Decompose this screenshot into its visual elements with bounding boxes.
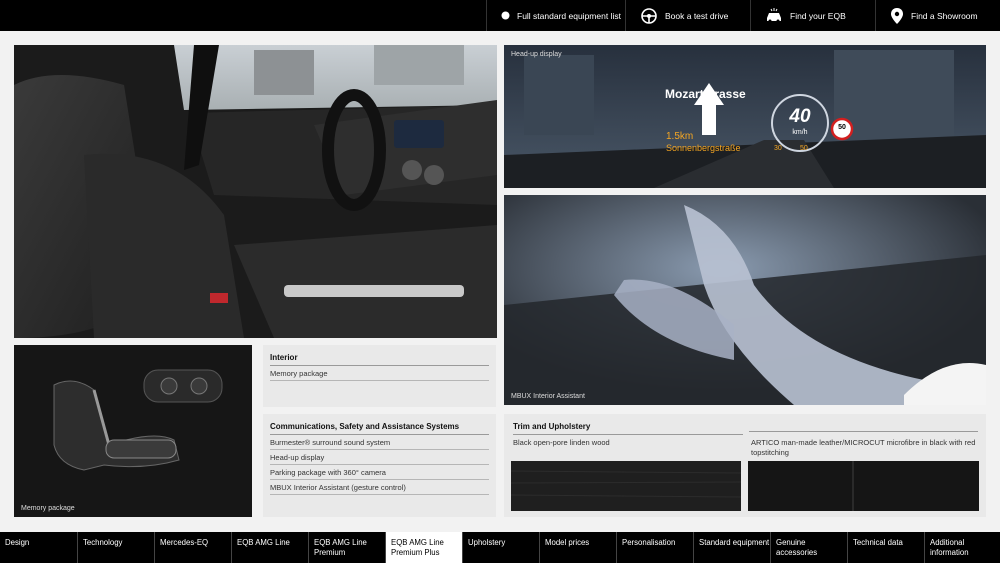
nav-tab-genuine-accessories[interactable]: Genuine accessories <box>770 532 847 563</box>
nav-tab-standard-equipment[interactable]: Standard equipment <box>693 532 770 563</box>
hud-speed-value: 40 <box>789 106 811 127</box>
nav-tab-technology[interactable]: Technology <box>77 532 154 563</box>
book-test-drive-link[interactable]: Book a test drive <box>625 0 750 31</box>
find-showroom-link[interactable]: Find a Showroom <box>875 0 1000 31</box>
hud-street-name: Mozartstrasse <box>665 87 746 101</box>
nav-tab-upholstery[interactable]: Upholstery <box>462 532 539 563</box>
hud-speed-unit: km/h <box>792 129 808 136</box>
communications-item: Head-up display <box>270 450 489 465</box>
book-test-drive-label: Book a test drive <box>665 10 729 21</box>
nav-tab-mercedes-eq[interactable]: Mercedes-EQ <box>154 532 231 563</box>
communications-item: Parking package with 360° camera <box>270 465 489 480</box>
steering-wheel-icon <box>641 7 657 24</box>
full-equipment-list-label: Full standard equipment list <box>517 10 621 21</box>
communications-title: Communications, Safety and Assistance Sy… <box>270 418 489 435</box>
car-icon <box>767 7 781 22</box>
memory-caption: Memory package <box>21 505 75 512</box>
nav-tab-eqb-amg-line[interactable]: EQB AMG Line <box>231 532 308 563</box>
hud-distance: 1.5km <box>666 131 694 142</box>
memory-package-photo: Memory package <box>14 345 252 517</box>
communications-item: MBUX Interior Assistant (gesture control… <box>270 480 489 495</box>
interior-item: Memory package <box>270 366 489 381</box>
interior-section: Interior Memory package <box>263 345 496 407</box>
head-up-display-photo: Mozartstrasse 1.5km Sonnenbergstraße 40 … <box>504 45 986 188</box>
nav-tab-technical-data[interactable]: Technical data <box>847 532 924 563</box>
hud-scale-low: 30 <box>774 145 782 152</box>
find-showroom-label: Find a Showroom <box>911 10 978 21</box>
top-navigation-bar: Full standard equipment list Book a test… <box>0 0 1000 31</box>
nav-tab-additional-information[interactable]: Additional information <box>924 532 1000 563</box>
trim-item-wood: Black open-pore linden wood <box>513 438 610 447</box>
hud-next-street: Sonnenbergstraße <box>666 143 741 153</box>
trim-upholstery-section: Trim and Upholstery Black open-pore lind… <box>504 414 986 517</box>
communications-section: Communications, Safety and Assistance Sy… <box>263 414 496 517</box>
hud-scale-high: 50 <box>800 145 808 152</box>
location-pin-icon <box>891 7 903 24</box>
hud-speed-limit-sign: 50 <box>838 124 846 131</box>
interior-photo <box>14 45 497 338</box>
trim-title-rule <box>749 418 978 432</box>
interior-title: Interior <box>270 349 489 366</box>
communications-item: Burmester® surround sound system <box>270 435 489 450</box>
nav-tab-design[interactable]: Design <box>0 532 77 563</box>
dot-icon <box>501 11 510 20</box>
mbux-caption: MBUX Interior Assistant <box>511 393 585 400</box>
full-equipment-list-link[interactable]: Full standard equipment list <box>486 0 625 31</box>
hud-caption: Head-up display <box>511 51 562 58</box>
trim-item-upholstery: ARTICO man-made leather/MICROCUT microfi… <box>751 438 976 457</box>
find-your-eqb-label: Find your EQB <box>790 10 846 21</box>
wood-trim-swatch <box>510 461 742 511</box>
find-your-eqb-link[interactable]: Find your EQB <box>750 0 875 31</box>
bottom-navigation-bar: Design Technology Mercedes-EQ EQB AMG Li… <box>0 532 1000 563</box>
upholstery-swatch <box>748 461 979 511</box>
trim-title: Trim and Upholstery <box>513 418 743 435</box>
nav-tab-personalisation[interactable]: Personalisation <box>616 532 693 563</box>
mbux-interior-assistant-photo: MBUX Interior Assistant <box>504 195 986 405</box>
nav-tab-model-prices[interactable]: Model prices <box>539 532 616 563</box>
nav-tab-eqb-amg-line-premium[interactable]: EQB AMG Line Premium <box>308 532 385 563</box>
nav-tab-eqb-amg-line-premium-plus[interactable]: EQB AMG Line Premium Plus <box>385 532 462 563</box>
